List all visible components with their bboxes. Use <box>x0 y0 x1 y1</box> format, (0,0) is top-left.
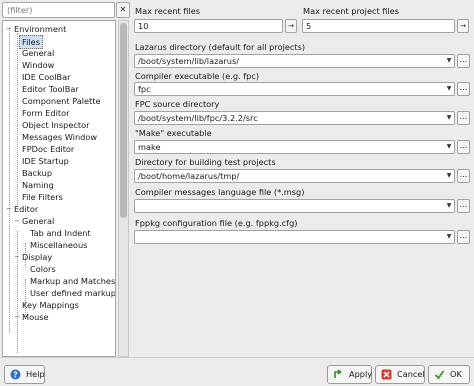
tree-item-label: Tab and Indent <box>30 228 91 238</box>
collapse-icon[interactable]: − <box>5 203 13 215</box>
apply-label: Apply <box>349 369 373 379</box>
max-recent-files-spin-button[interactable]: → <box>285 19 297 33</box>
lazarus-dir-browse-button[interactable]: ... <box>457 54 470 68</box>
tree-item-label: Object Inspector <box>22 120 90 130</box>
tree-item-label: Form Editor <box>22 108 70 118</box>
tree-item-label: Editor ToolBar <box>22 84 79 94</box>
clear-filter-icon: ✕ <box>119 5 127 14</box>
collapse-icon[interactable]: − <box>5 23 13 35</box>
make-combo[interactable]: make <box>134 140 455 154</box>
tree-item-label: General <box>22 216 55 226</box>
fpc-source-browse-button[interactable]: ... <box>457 111 470 125</box>
tree-item-label: Naming <box>22 180 54 190</box>
test-dir-browse-button[interactable]: ... <box>457 169 470 183</box>
collapse-icon[interactable]: − <box>13 251 21 263</box>
button-bar-divider <box>0 357 474 358</box>
cancel-icon <box>381 369 392 380</box>
fpc-source-combo[interactable]: /boot/system/lib/fpc/3.2.2/src <box>134 111 455 125</box>
fppkg-config-combo[interactable] <box>134 230 455 244</box>
collapse-icon[interactable]: − <box>13 311 21 323</box>
cancel-label: Cancel <box>397 369 425 379</box>
tree-item-label: IDE CoolBar <box>22 72 71 82</box>
help-button[interactable]: ? Help <box>4 365 45 384</box>
ok-button[interactable]: OK <box>428 365 470 384</box>
tree-item-label: IDE Startup <box>22 156 69 166</box>
ok-label: OK <box>450 369 462 379</box>
lazarus-dir-combo[interactable]: /boot/system/lib/lazarus/ <box>134 54 455 68</box>
tree-item-label: Backup <box>22 168 53 178</box>
compiler-label: Compiler executable (e.g. fpc) <box>135 71 260 81</box>
chevron-down-icon[interactable]: ▼ <box>444 231 454 243</box>
max-recent-project-files-input[interactable]: 5 <box>302 19 455 33</box>
chevron-down-icon[interactable]: ▼ <box>444 200 454 212</box>
messages-file-browse-button[interactable]: ... <box>457 199 470 213</box>
tree-item-label: Component Palette <box>22 96 101 106</box>
apply-button[interactable]: Apply <box>327 365 372 384</box>
test-dir-label: Directory for building test projects <box>135 157 276 167</box>
tree-item-label: Editor <box>14 204 39 214</box>
checkmark-icon <box>434 370 445 380</box>
test-dir-combo[interactable]: /boot/home/lazarus/tmp/ <box>134 169 455 183</box>
tree-item-label: Colors <box>30 264 56 274</box>
collapse-icon[interactable]: − <box>13 215 21 227</box>
max-recent-project-files-label: Max recent project files <box>303 6 400 16</box>
tree-scrollbar[interactable] <box>118 20 129 357</box>
chevron-down-icon[interactable]: ▼ <box>444 141 454 153</box>
tree-item-label: User defined markup <box>30 288 116 298</box>
chevron-down-icon[interactable]: ▼ <box>444 55 454 67</box>
help-icon: ? <box>10 369 21 380</box>
tree-item-label: Messages Window <box>22 132 98 142</box>
fpc-source-label: FPC source directory <box>135 99 220 109</box>
tree-item-label: Miscellaneous <box>30 240 88 250</box>
max-recent-files-label: Max recent files <box>135 6 201 16</box>
make-browse-button[interactable]: ... <box>457 140 470 154</box>
max-recent-project-files-spin-button[interactable]: → <box>457 19 469 33</box>
tree-item-label: Mouse <box>22 312 49 322</box>
scrollbar-thumb[interactable] <box>120 23 127 218</box>
tree-item-label: General <box>22 48 55 58</box>
tree-item-label: FPDoc Editor <box>22 144 75 154</box>
chevron-down-icon[interactable]: ▼ <box>444 83 454 95</box>
fppkg-config-browse-button[interactable]: ... <box>457 230 470 244</box>
compiler-combo[interactable]: fpc <box>134 82 455 96</box>
chevron-down-icon[interactable]: ▼ <box>444 112 454 124</box>
filter-input[interactable] <box>3 3 114 17</box>
svg-text:?: ? <box>13 370 18 379</box>
messages-file-label: Compiler messages language file (*.msg) <box>135 187 305 197</box>
messages-file-combo[interactable] <box>134 199 455 213</box>
filter-box[interactable] <box>2 2 115 18</box>
max-recent-files-input[interactable]: 10 <box>134 19 283 33</box>
tree-item-label: Key Mappings <box>22 300 79 310</box>
options-tree[interactable]: − Environment Files General Window IDE C… <box>2 20 116 357</box>
cancel-button[interactable]: Cancel <box>375 365 425 384</box>
tree-item-label: Markup and Matches <box>30 276 116 286</box>
tree-item-label: Environment <box>14 24 67 34</box>
make-label: "Make" executable <box>135 128 212 138</box>
chevron-down-icon[interactable]: ▼ <box>444 170 454 182</box>
help-label: Help <box>26 369 45 379</box>
tree-item-label: Window <box>22 60 55 70</box>
compiler-browse-button[interactable]: ... <box>457 82 470 96</box>
tree-item-label: Display <box>22 252 53 262</box>
clear-filter-button[interactable]: ✕ <box>116 2 130 18</box>
fppkg-config-label: Fppkg configuration file (e.g. fppkg.cfg… <box>135 218 298 228</box>
apply-icon <box>334 369 342 378</box>
lazarus-dir-label: Lazarus directory (default for all proje… <box>135 42 306 52</box>
tree-item-label: File Filters <box>22 192 63 202</box>
